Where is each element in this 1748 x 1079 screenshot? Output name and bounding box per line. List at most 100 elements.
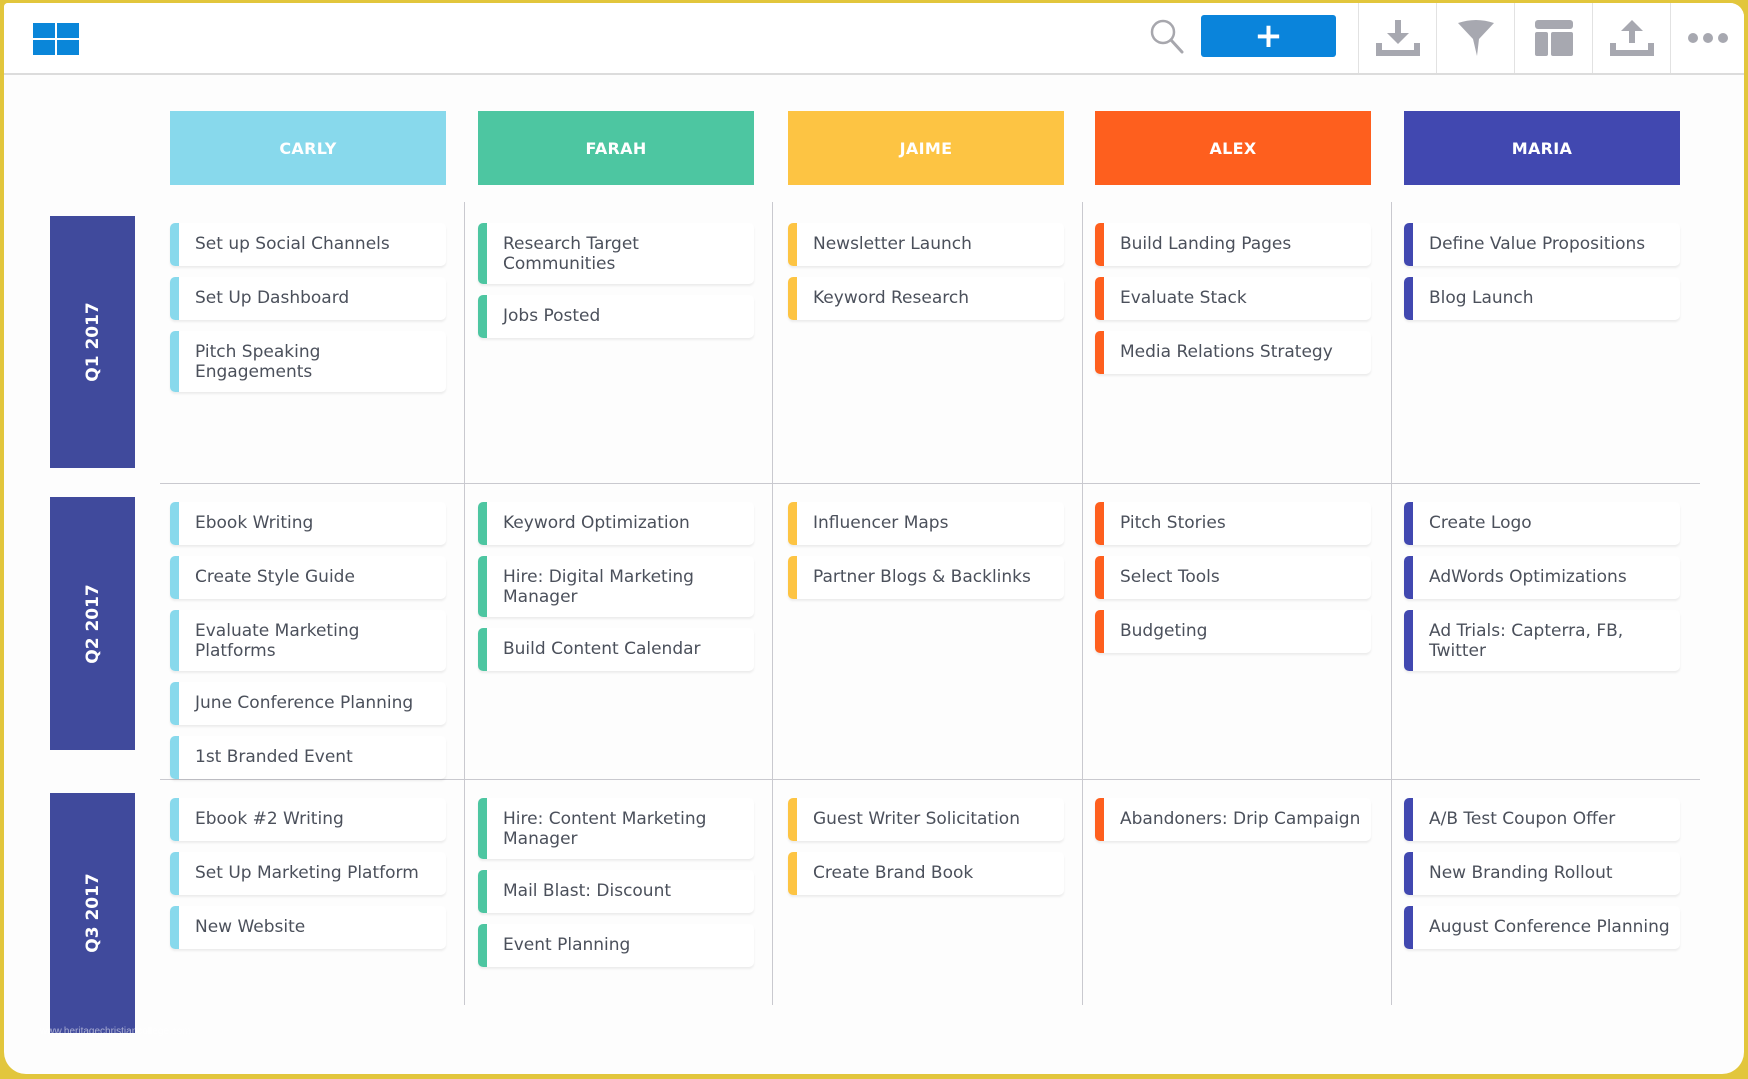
task-card[interactable]: Create Logo xyxy=(1404,502,1680,545)
task-card[interactable]: Research Target Communities xyxy=(478,223,754,284)
task-card-label: Blog Launch xyxy=(1429,288,1534,308)
task-card[interactable]: Ad Trials: Capterra, FB, Twitter xyxy=(1404,610,1680,671)
task-card-label: Evaluate Stack xyxy=(1120,288,1247,308)
column-divider xyxy=(464,202,465,1005)
search-icon[interactable] xyxy=(1147,16,1187,56)
upload-icon xyxy=(1609,20,1654,56)
task-card[interactable]: June Conference Planning xyxy=(170,682,446,725)
task-card-label: Guest Writer Solicitation xyxy=(813,809,1020,829)
card-color-bar xyxy=(478,556,487,617)
layout-button[interactable] xyxy=(1515,3,1592,73)
more-button[interactable] xyxy=(1671,3,1744,73)
card-color-bar xyxy=(170,798,179,841)
board-cell: Hire: Content Marketing Manager Mail Blas… xyxy=(478,798,754,967)
task-card-label: Set Up Marketing Platform xyxy=(195,863,419,883)
row-label-q3[interactable]: Q3 2017 xyxy=(50,793,135,1033)
download-button[interactable] xyxy=(1359,3,1436,73)
task-card[interactable]: Evaluate Stack xyxy=(1095,277,1371,320)
card-color-bar xyxy=(1095,223,1104,266)
column-header-farah[interactable]: FARAH xyxy=(478,111,754,185)
task-card-label: Ebook Writing xyxy=(195,513,314,533)
task-card[interactable]: Ebook #2 Writing xyxy=(170,798,446,841)
board-cell: Set up Social Channels Set Up Dashboard Pi… xyxy=(170,223,446,392)
task-card[interactable]: Blog Launch xyxy=(1404,277,1680,320)
task-card[interactable]: New Branding Rollout xyxy=(1404,852,1680,895)
task-card[interactable]: Mail Blast: Discount xyxy=(478,870,754,913)
card-color-bar xyxy=(1404,906,1413,949)
task-card[interactable]: Build Content Calendar xyxy=(478,628,754,671)
card-color-bar xyxy=(478,223,487,284)
card-color-bar xyxy=(170,906,179,949)
board-cell: Pitch Stories Select Tools Budgeting xyxy=(1095,502,1371,653)
row-label-q2[interactable]: Q2 2017 xyxy=(50,497,135,750)
task-card-label: Partner Blogs & Backlinks xyxy=(813,567,1031,587)
task-card-label: Pitch Stories xyxy=(1120,513,1226,533)
task-card[interactable]: Ebook Writing xyxy=(170,502,446,545)
row-divider xyxy=(160,779,1700,780)
board-cell: A/B Test Coupon Offer New Branding Rollou… xyxy=(1404,798,1680,949)
task-card[interactable]: Hire: Digital Marketing Manager xyxy=(478,556,754,617)
card-color-bar xyxy=(788,798,797,841)
task-card[interactable]: AdWords Optimizations xyxy=(1404,556,1680,599)
column-header-label: CARLY xyxy=(279,138,337,158)
task-card[interactable]: Influencer Maps xyxy=(788,502,1064,545)
task-card[interactable]: Media Relations Strategy xyxy=(1095,331,1371,374)
task-card[interactable]: Set Up Dashboard xyxy=(170,277,446,320)
task-card-label: Ad Trials: Capterra, FB, Twitter xyxy=(1429,621,1624,661)
card-color-bar xyxy=(170,502,179,545)
task-card[interactable]: 1st Branded Event xyxy=(170,736,446,779)
task-card[interactable]: Set Up Marketing Platform xyxy=(170,852,446,895)
task-card[interactable]: Build Landing Pages xyxy=(1095,223,1371,266)
task-card-label: Hire: Digital Marketing Manager xyxy=(503,567,694,607)
card-color-bar xyxy=(170,556,179,599)
column-header-alex[interactable]: ALEX xyxy=(1095,111,1371,185)
task-card-label: Build Landing Pages xyxy=(1120,234,1292,254)
row-label-q1[interactable]: Q1 2017 xyxy=(50,216,135,468)
task-card-label: Hire: Content Marketing Manager xyxy=(503,809,707,849)
board-cell: Guest Writer Solicitation Create Brand Bo… xyxy=(788,798,1064,895)
task-card[interactable]: A/B Test Coupon Offer xyxy=(1404,798,1680,841)
board-cell: Create Logo AdWords Optimizations Ad Trial… xyxy=(1404,502,1680,671)
column-divider xyxy=(1391,202,1392,1005)
board-cell: Build Landing Pages Evaluate Stack Media R… xyxy=(1095,223,1371,374)
task-card[interactable]: Keyword Optimization xyxy=(478,502,754,545)
task-card[interactable]: Evaluate Marketing Platforms xyxy=(170,610,446,671)
task-card[interactable]: Hire: Content Marketing Manager xyxy=(478,798,754,859)
task-card-label: New Branding Rollout xyxy=(1429,863,1613,883)
add-button[interactable]: + xyxy=(1201,15,1336,57)
task-card[interactable]: Guest Writer Solicitation xyxy=(788,798,1064,841)
column-header-carly[interactable]: CARLY xyxy=(170,111,446,185)
task-card-label: AdWords Optimizations xyxy=(1429,567,1627,587)
upload-button[interactable] xyxy=(1593,3,1670,73)
task-card[interactable]: Budgeting xyxy=(1095,610,1371,653)
card-color-bar xyxy=(170,682,179,725)
board-cell: Research Target Communities Jobs Posted xyxy=(478,223,754,338)
grid-icon[interactable] xyxy=(33,23,81,56)
task-card[interactable]: Newsletter Launch xyxy=(788,223,1064,266)
task-card-label: Create Brand Book xyxy=(813,863,974,883)
task-card[interactable]: Define Value Propositions xyxy=(1404,223,1680,266)
column-header-jaime[interactable]: JAIME xyxy=(788,111,1064,185)
card-color-bar xyxy=(788,852,797,895)
task-card-label: Mail Blast: Discount xyxy=(503,881,672,901)
card-color-bar xyxy=(478,924,487,967)
task-card[interactable]: Partner Blogs & Backlinks xyxy=(788,556,1064,599)
card-color-bar xyxy=(170,610,179,671)
task-card[interactable]: Keyword Research xyxy=(788,277,1064,320)
filter-button[interactable] xyxy=(1437,3,1514,73)
task-card-label: 1st Branded Event xyxy=(195,747,353,767)
task-card[interactable]: Create Style Guide xyxy=(170,556,446,599)
task-card[interactable]: Jobs Posted xyxy=(478,295,754,338)
row-label-text: Q3 2017 xyxy=(82,873,103,953)
task-card[interactable]: Set up Social Channels xyxy=(170,223,446,266)
task-card[interactable]: Abandoners: Drip Campaign xyxy=(1095,798,1371,841)
task-card[interactable]: Pitch Speaking Engagements xyxy=(170,331,446,392)
task-card[interactable]: Event Planning xyxy=(478,924,754,967)
task-card[interactable]: New Website xyxy=(170,906,446,949)
task-card[interactable]: Pitch Stories xyxy=(1095,502,1371,545)
task-card[interactable]: Select Tools xyxy=(1095,556,1371,599)
task-card[interactable]: August Conference Planning xyxy=(1404,906,1680,949)
row-label-text: Q1 2017 xyxy=(82,302,103,382)
column-header-maria[interactable]: MARIA xyxy=(1404,111,1680,185)
task-card[interactable]: Create Brand Book xyxy=(788,852,1064,895)
